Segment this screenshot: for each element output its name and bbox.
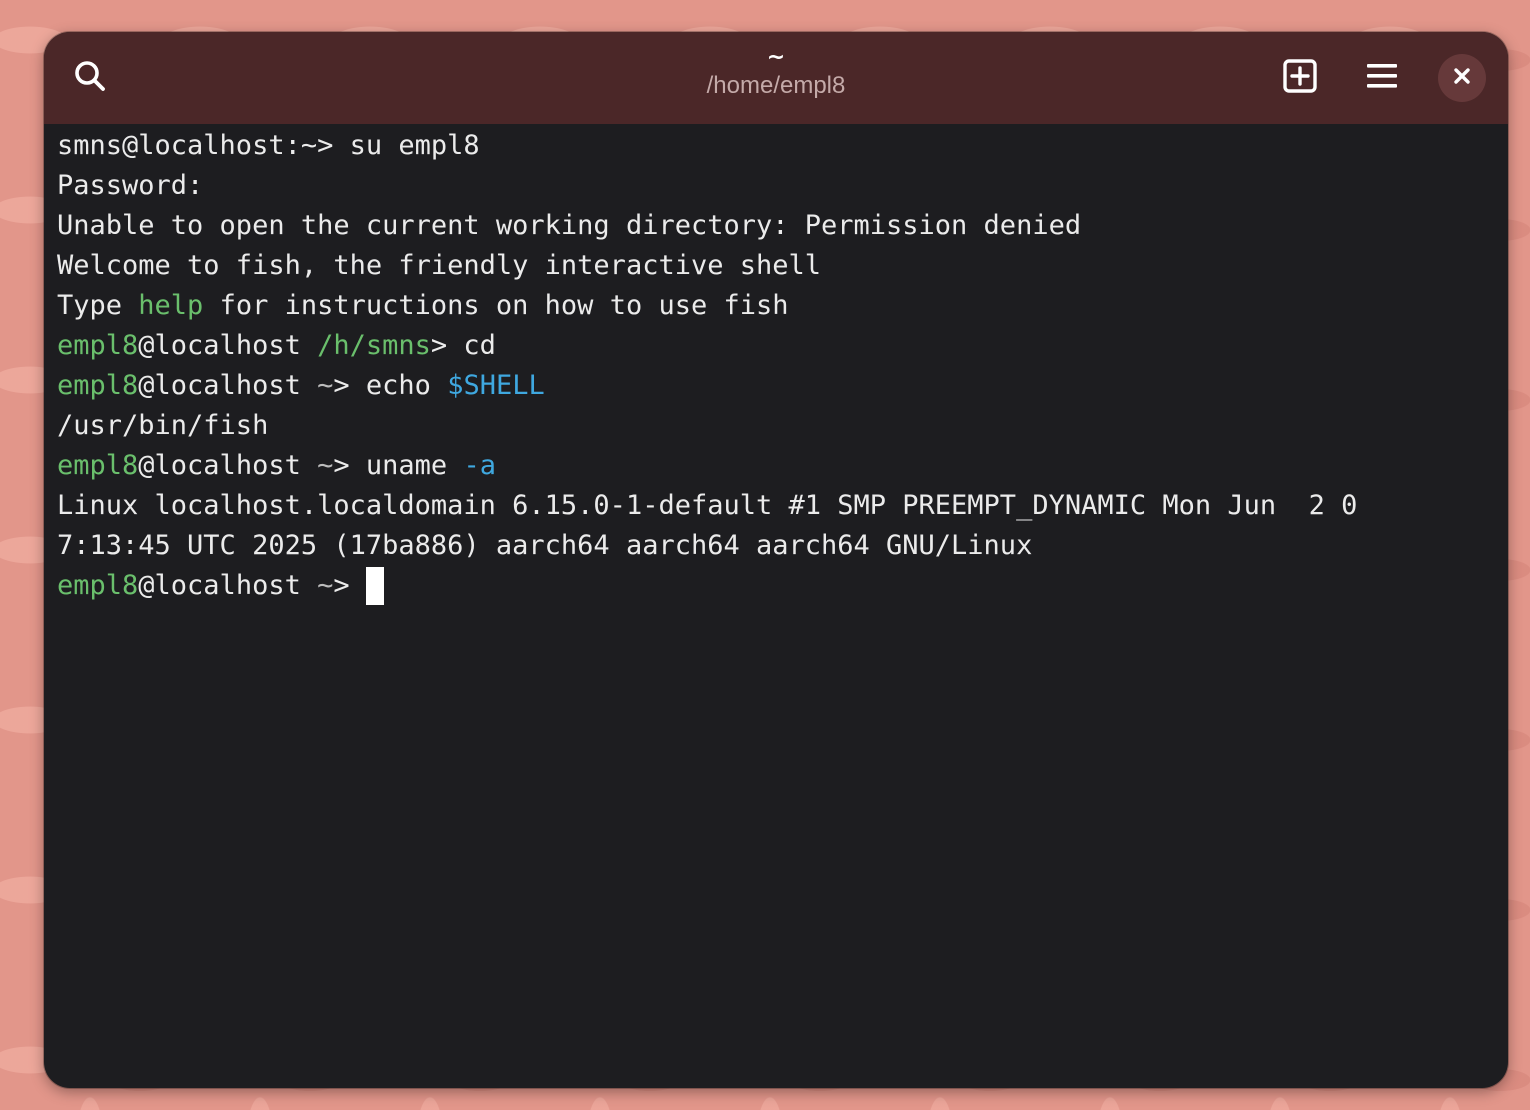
terminal-line: smns@localhost:~> su empl8 [57,126,1507,166]
command-flag: -a [463,450,496,481]
terminal-line: /usr/bin/fish [57,410,269,441]
main-menu-button[interactable] [1358,54,1406,102]
prompt-cwd: ~ [317,570,334,601]
prompt-cwd: /h/smns [317,330,431,361]
prompt-host: @localhost [138,570,301,601]
text-cursor [365,567,384,605]
prompt-cwd: ~ [317,370,334,401]
new-tab-icon [1282,58,1318,98]
prompt-arrow: > [333,450,350,481]
window-title-block: ~ /home/empl8 [476,46,1076,100]
terminal-output[interactable]: smns@localhost:~> su empl8 Password: Una… [57,126,1507,1076]
window-subtitle: /home/empl8 [706,72,846,99]
shell-variable: $SHELL [447,370,545,401]
terminal-line: empl8@localhost ~> echo $SHELL [57,366,1507,406]
prompt-user: empl8 [57,570,139,601]
command-text: su empl8 [333,130,480,161]
command-text: uname [349,450,464,481]
close-icon [1453,67,1471,89]
prompt-host: @localhost [138,450,301,481]
search-icon [73,59,107,97]
hamburger-menu-icon [1366,62,1398,94]
terminal-line: empl8@localhost /h/smns> cd [57,326,1507,366]
prompt-host: @localhost [138,330,301,361]
help-keyword: help [138,290,204,321]
search-button[interactable] [66,54,114,102]
terminal-line: Password: [57,170,204,201]
terminal-line: empl8@localhost ~> uname -a [57,446,1507,486]
prompt-cwd: ~ [317,450,334,481]
command-text: cd [447,330,496,361]
prompt-user: empl8 [57,370,139,401]
window-title: ~ [766,45,786,70]
input-space [350,570,366,601]
output-text: Type [57,290,139,321]
header-bar: ~ /home/empl8 [44,32,1508,124]
prompt-arrow: > [430,330,448,361]
command-text: echo [349,370,448,401]
prompt: smns@localhost:~> [57,130,334,161]
close-button[interactable] [1438,54,1486,102]
prompt-arrow: > [333,570,350,601]
terminal-window: ~ /home/empl8 smns@localhost:~> su empl8… [44,32,1508,1088]
prompt-arrow: > [333,370,350,401]
terminal-line: Welcome to fish, the friendly interactiv… [57,250,822,281]
new-tab-button[interactable] [1276,54,1324,102]
terminal-line: 7:13:45 UTC 2025 (17ba886) aarch64 aarch… [57,530,1033,561]
terminal-line: empl8@localhost ~> [57,566,1507,606]
prompt-user: empl8 [57,330,139,361]
terminal-line: Linux localhost.localdomain 6.15.0-1-def… [57,490,1358,521]
terminal-line: Unable to open the current working direc… [57,210,1082,241]
prompt-host: @localhost [138,370,301,401]
prompt-user: empl8 [57,450,139,481]
output-text: for instructions on how to use fish [203,290,789,321]
terminal-line: Type help for instructions on how to use… [57,286,1507,326]
